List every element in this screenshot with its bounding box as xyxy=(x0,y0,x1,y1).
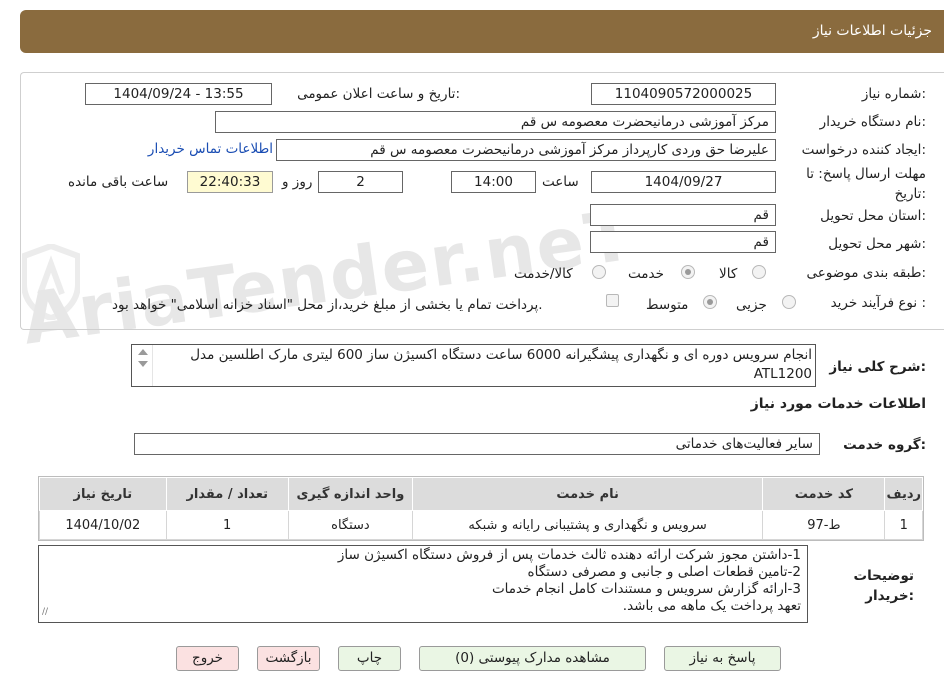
process-option-medium: متوسط xyxy=(646,297,689,313)
city-label: شهر محل تحویل: xyxy=(828,236,926,252)
days-label: روز و xyxy=(282,174,313,190)
col-row: ردیف xyxy=(884,477,923,511)
deadline-date-field: 1404/09/27 xyxy=(591,171,776,193)
description-scrollbar[interactable] xyxy=(134,345,153,386)
print-button[interactable]: چاپ xyxy=(338,646,401,671)
buyer-notes-label: توضیحات خریدار: xyxy=(853,568,914,604)
buyer-notes-line: 1-داشتن مجوز شرکت ارائه دهنده ثالث خدمات… xyxy=(337,547,801,563)
buyer-notes-line: 2-تامین قطعات اصلی و جانبی و مصرفی دستگا… xyxy=(527,564,801,580)
remaining-label: ساعت باقی مانده xyxy=(68,174,169,190)
deadline-time-label: ساعت xyxy=(542,174,579,190)
cell-need-date: 1404/10/02 xyxy=(39,510,167,540)
scroll-up-icon[interactable] xyxy=(138,349,148,355)
service-group-field: سایر فعالیت‌های خدماتی xyxy=(134,433,820,455)
treasury-payment-note: پرداخت تمام یا بخشی از مبلغ خرید،از محل … xyxy=(112,297,543,313)
buyer-notes-line: 3-ارائه گزارش سرویس و مستندات کامل انجام… xyxy=(491,581,801,597)
province-label: استان محل تحویل: xyxy=(820,208,926,224)
exit-button[interactable]: خروج xyxy=(176,646,239,671)
col-unit: واحد اندازه گیری xyxy=(287,477,414,511)
cell-unit: دستگاه xyxy=(287,510,414,540)
services-table: ردیف کد خدمت نام خدمت واحد اندازه گیری ت… xyxy=(39,477,923,540)
process-radio-medium[interactable] xyxy=(703,295,717,309)
city-field: قم xyxy=(590,231,776,253)
days-field: 2 xyxy=(318,171,403,193)
province-field: قم xyxy=(590,204,776,226)
creator-label: ایجاد کننده درخواست: xyxy=(801,142,926,158)
announce-field: 1404/09/24 - 13:55 xyxy=(85,83,272,105)
service-group-label: گروه خدمت: xyxy=(843,437,926,453)
deadline-time-field: 14:00 xyxy=(451,171,536,193)
cell-service-name: سرویس و نگهداری و پشتیبانی رایانه و شبکه xyxy=(412,510,764,540)
buyer-org-field: مرکز آموزشی درمانیحضرت معصومه س قم xyxy=(215,111,776,133)
col-service-name: نام خدمت xyxy=(412,477,764,511)
category-label: طبقه بندی موضوعی: xyxy=(806,265,926,281)
col-need-date: تاریخ نیاز xyxy=(39,477,167,511)
description-label: شرح کلی نیاز: xyxy=(829,359,926,375)
buyer-org-label: نام دستگاه خریدار: xyxy=(819,114,926,130)
category-option-goods: کالا xyxy=(719,266,738,282)
page-title: جزئیات اطلاعات نیاز xyxy=(812,23,932,39)
need-number-field: 1104090572000025 xyxy=(591,83,776,105)
services-table-wrapper: ردیف کد خدمت نام خدمت واحد اندازه گیری ت… xyxy=(38,476,924,541)
process-radio-minor[interactable] xyxy=(782,295,796,309)
cell-row: 1 xyxy=(884,510,923,540)
description-text: انجام سرویس دوره ای و نگهداری پیشگیرانه … xyxy=(190,347,812,382)
buyer-contact-link[interactable]: اطلاعات تماس خریدار xyxy=(148,141,273,157)
process-label: نوع فرآیند خرید : xyxy=(830,295,926,311)
col-service-code: کد خدمت xyxy=(762,477,886,511)
deadline-label: مهلت ارسال پاسخ: تا تاریخ: xyxy=(806,166,926,202)
respond-button[interactable]: پاسخ به نیاز xyxy=(664,646,781,671)
back-button[interactable]: بازگشت xyxy=(257,646,320,671)
table-row: 1 ط-97 سرویس و نگهداری و پشتیبانی رایانه… xyxy=(39,510,923,540)
buyer-notes-line: تعهد پرداخت یک ماهه می باشد. xyxy=(622,598,801,614)
need-number-label: شماره نیاز: xyxy=(861,86,926,102)
cell-quantity: 1 xyxy=(165,510,289,540)
col-quantity: تعداد / مقدار xyxy=(165,477,289,511)
category-radio-goods-service[interactable] xyxy=(592,265,606,279)
announce-label: تاریخ و ساعت اعلان عمومی: xyxy=(297,86,460,102)
services-section-title: اطلاعات خدمات مورد نیاز xyxy=(750,396,926,412)
category-option-goods-service: کالا/خدمت xyxy=(514,266,573,282)
category-option-service: خدمت xyxy=(628,266,664,282)
view-documents-button[interactable]: مشاهده مدارک پیوستی (0) xyxy=(419,646,646,671)
creator-field: علیرضا حق وردی کارپرداز مرکز آموزشی درما… xyxy=(276,139,776,161)
buyer-notes-box[interactable]: 1-داشتن مجوز شرکت ارائه دهنده ثالث خدمات… xyxy=(38,545,808,623)
cell-service-code: ط-97 xyxy=(762,510,886,540)
description-box: انجام سرویس دوره ای و نگهداری پیشگیرانه … xyxy=(131,344,816,387)
resize-handle-icon[interactable]: ∕∕ xyxy=(42,604,48,621)
category-radio-goods[interactable] xyxy=(752,265,766,279)
category-radio-service[interactable] xyxy=(681,265,695,279)
treasury-payment-checkbox[interactable] xyxy=(606,294,619,307)
services-table-header: ردیف کد خدمت نام خدمت واحد اندازه گیری ت… xyxy=(39,477,923,511)
remaining-timer: 22:40:33 xyxy=(187,171,273,193)
page-header: جزئیات اطلاعات نیاز xyxy=(20,10,944,53)
process-option-minor: جزیی xyxy=(736,297,767,313)
scroll-down-icon[interactable] xyxy=(138,361,148,367)
